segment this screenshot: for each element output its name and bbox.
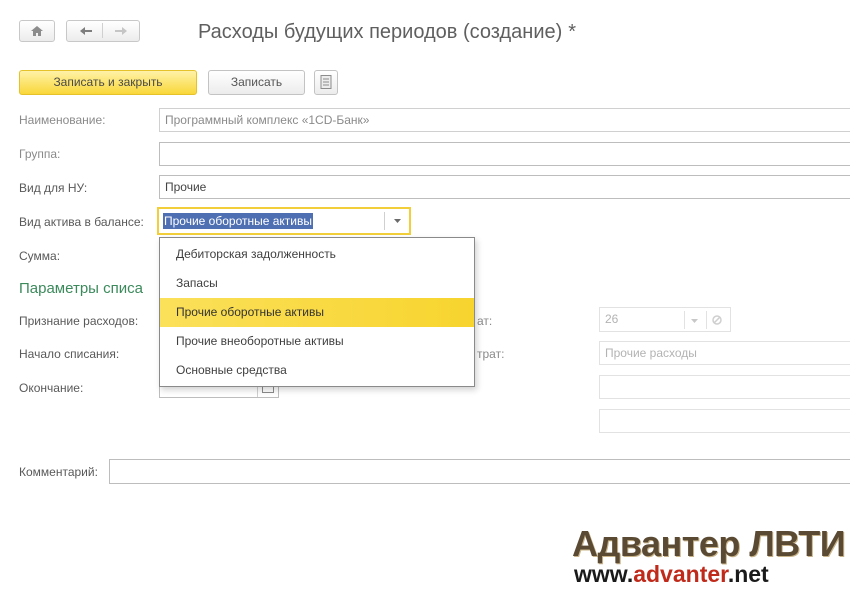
arrow-left-icon <box>80 27 92 35</box>
form-title: Расходы будущих периодов (создание) * <box>198 21 576 44</box>
home-icon <box>31 26 43 36</box>
asset-type-value: Прочие оборотные активы <box>163 213 313 229</box>
start-label: Начало списания: <box>19 347 120 361</box>
history-nav <box>66 20 140 42</box>
right-label-1: ат: <box>477 314 493 328</box>
comment-label: Комментарий: <box>19 465 98 479</box>
section-title-params: Параметры списа <box>19 280 143 297</box>
end-label: Окончание: <box>19 381 84 395</box>
right-field-2[interactable]: Прочие расходы <box>599 341 850 365</box>
related-documents-button[interactable] <box>314 70 338 95</box>
forward-button[interactable] <box>104 21 140 41</box>
nav-separator <box>102 23 103 38</box>
asset-type-select[interactable]: Прочие оборотные активы <box>157 207 411 235</box>
watermark-site: www.advanter.net <box>574 561 769 588</box>
right-field-3[interactable] <box>599 375 850 399</box>
sum-label: Сумма: <box>19 249 61 263</box>
dropdown-option-fixed-assets[interactable]: Основные средства <box>160 356 474 385</box>
form-title-text: Расходы будущих периодов (создание) <box>198 21 563 43</box>
document-list-icon <box>320 75 332 89</box>
save-button[interactable]: Записать <box>208 70 305 95</box>
back-button[interactable] <box>67 21 103 41</box>
select-divider <box>384 212 385 230</box>
asset-type-dropdown: Дебиторская задолженность Запасы Прочие … <box>159 237 475 387</box>
arrow-right-icon <box>115 27 127 35</box>
chevron-down-icon[interactable] <box>394 219 401 223</box>
right-label-2: трат: <box>477 347 505 361</box>
right-field-1-divider <box>684 311 685 329</box>
link-icon[interactable] <box>711 314 723 326</box>
nu-type-field[interactable]: Прочие <box>159 175 850 199</box>
watermark-site-suffix: .net <box>727 561 769 587</box>
nu-type-label: Вид для НУ: <box>19 181 88 195</box>
asset-type-label: Вид актива в балансе: <box>19 215 144 229</box>
watermark-brand: Адвантер ЛВТИ <box>572 523 846 564</box>
group-label: Группа: <box>19 147 61 161</box>
save-and-close-button[interactable]: Записать и закрыть <box>19 70 197 95</box>
watermark-site-prefix: www. <box>574 561 634 587</box>
group-field[interactable] <box>159 142 850 166</box>
dropdown-option-inventory[interactable]: Запасы <box>160 269 474 298</box>
dropdown-option-other-noncurrent-assets[interactable]: Прочие внеоборотные активы <box>160 327 474 356</box>
right-field-1[interactable]: 26 <box>599 307 731 332</box>
recognition-label: Признание расходов: <box>19 314 139 328</box>
right-field-1-value: 26 <box>605 312 619 326</box>
name-field[interactable]: Программный комплекс «1CD-Банк» <box>159 108 850 132</box>
right-field-4[interactable] <box>599 409 850 433</box>
dropdown-option-receivables[interactable]: Дебиторская задолженность <box>160 240 474 269</box>
dropdown-option-other-current-assets[interactable]: Прочие оборотные активы <box>160 298 474 327</box>
comment-field[interactable] <box>109 459 850 484</box>
right-field-1-divider-2 <box>706 311 707 329</box>
name-label: Наименование: <box>19 113 106 127</box>
watermark-site-accent: advanter <box>633 561 728 587</box>
modified-mark: * <box>568 21 577 43</box>
home-button[interactable] <box>19 20 55 42</box>
chevron-down-icon[interactable] <box>691 319 698 323</box>
